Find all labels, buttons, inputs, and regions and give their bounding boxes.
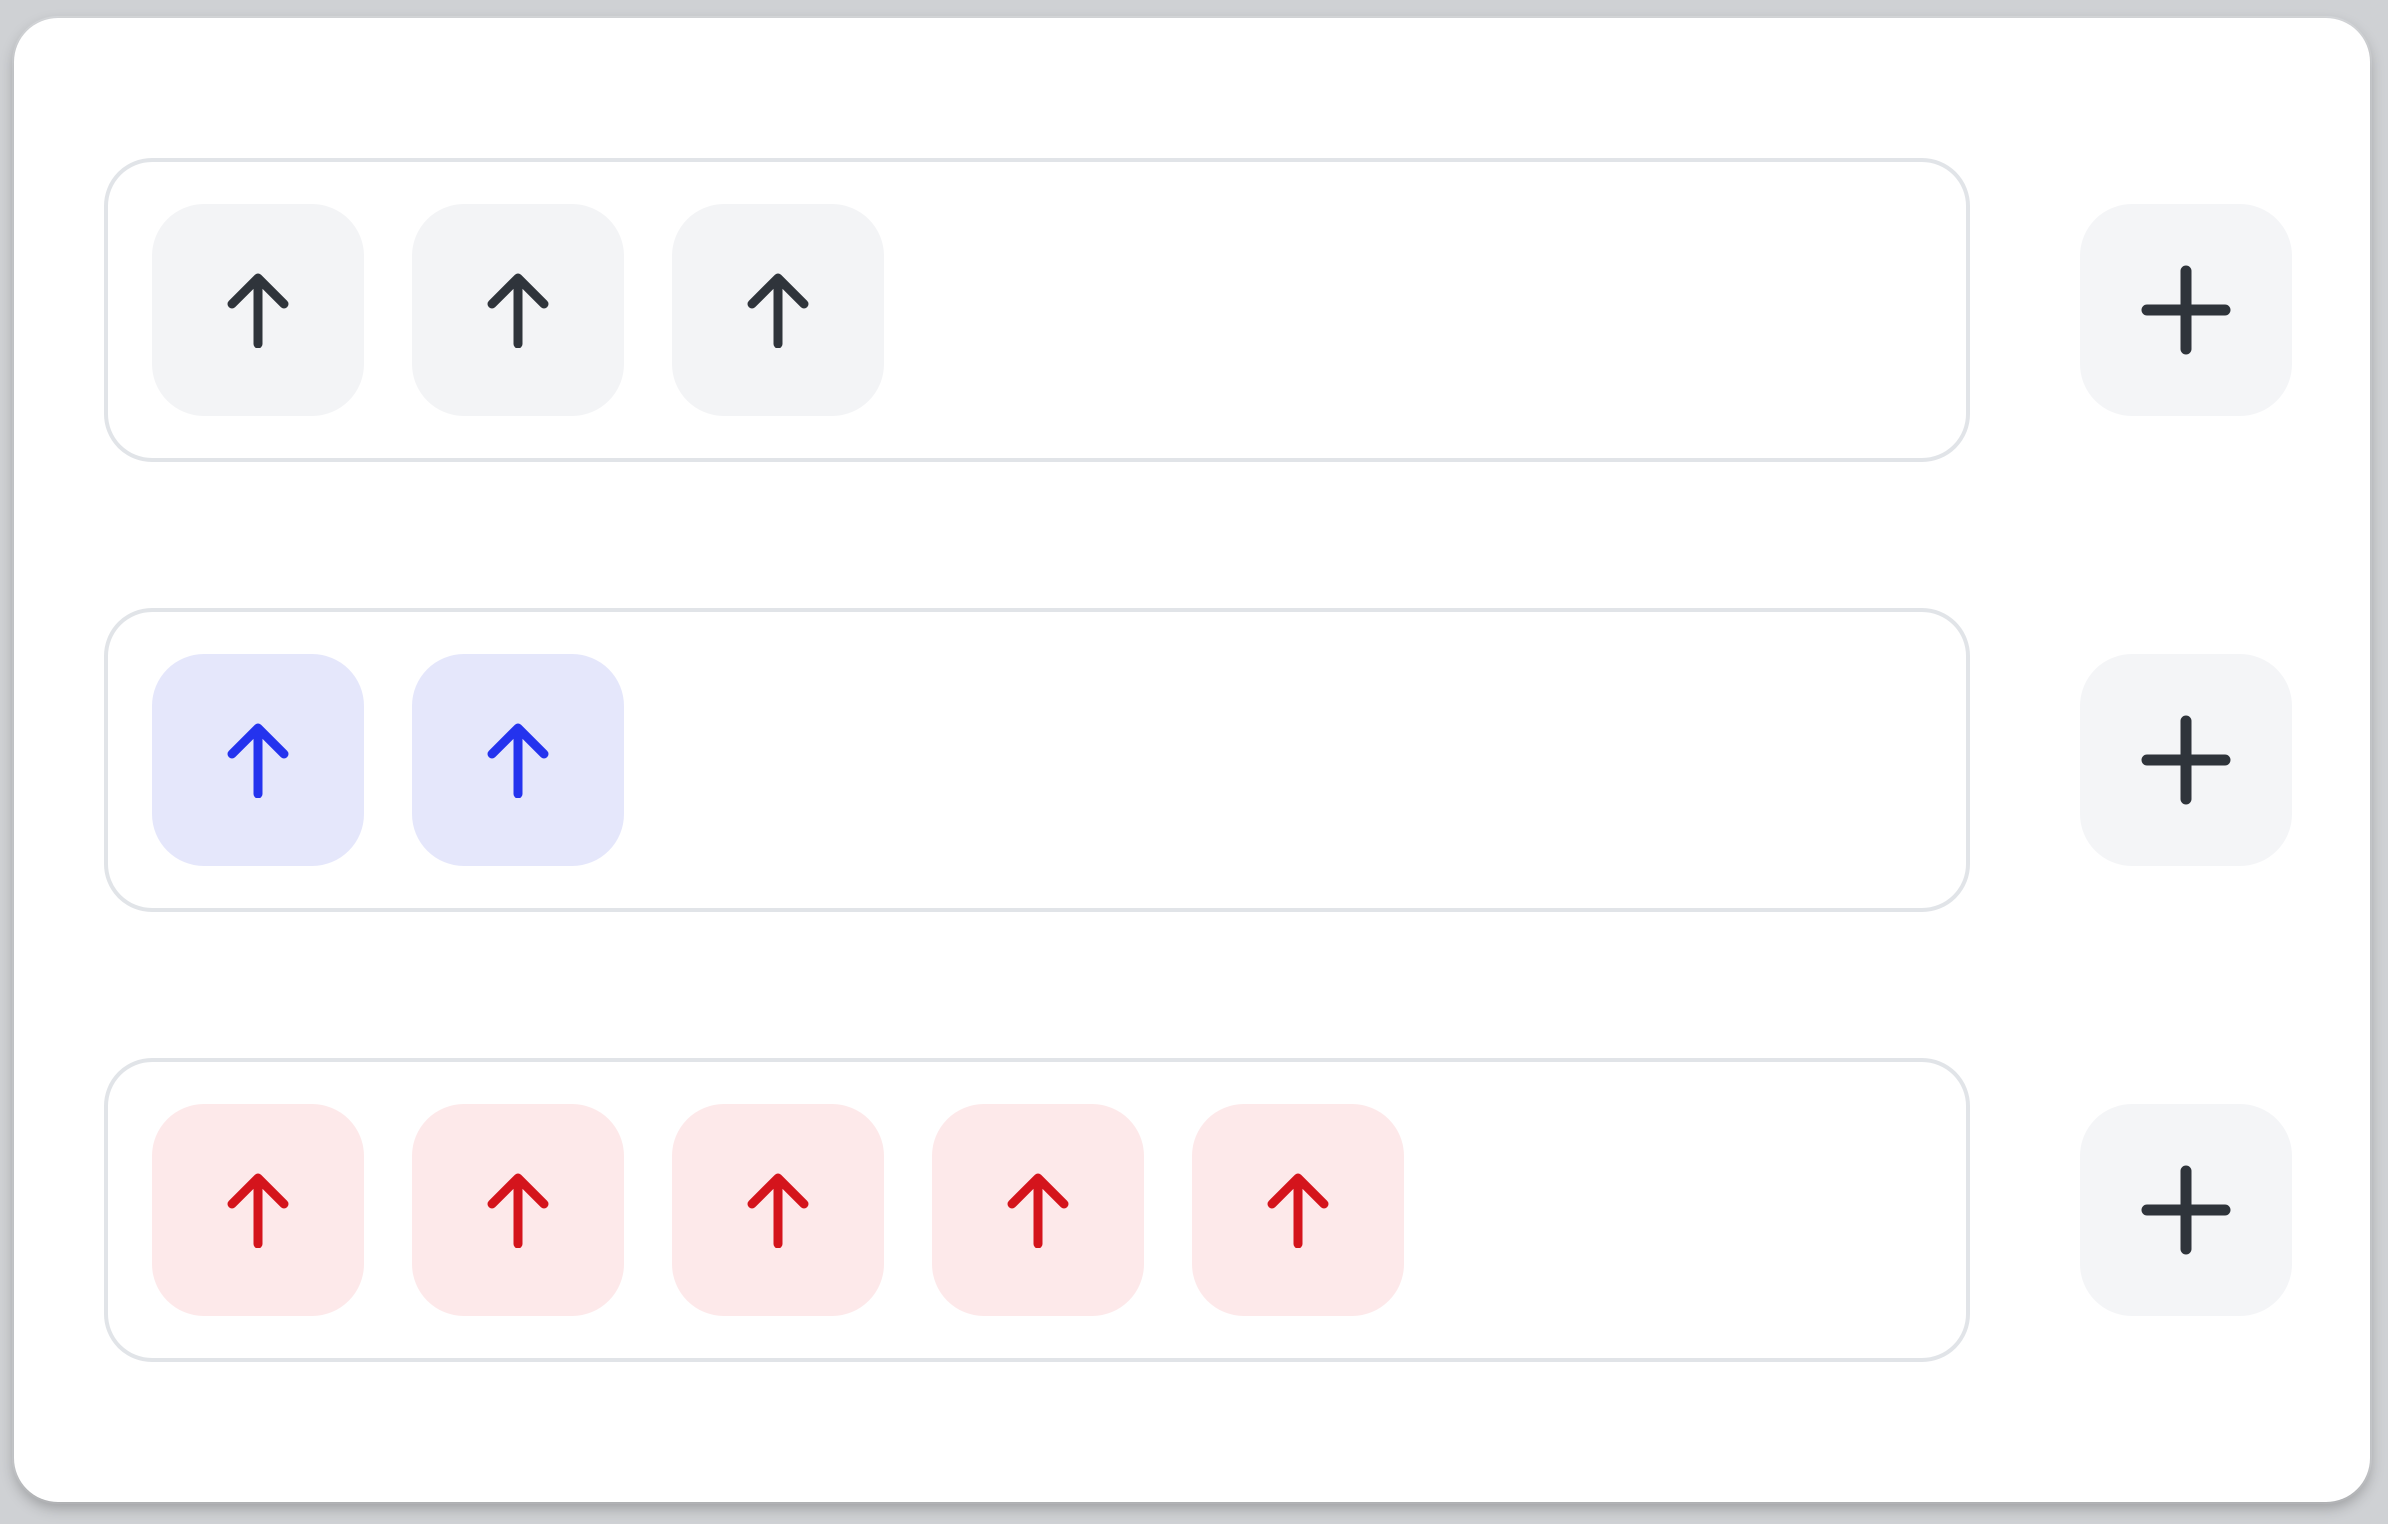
- chip-blue-1[interactable]: [152, 654, 364, 866]
- chip-track-red: [104, 1058, 1970, 1362]
- arrow-up-icon: [747, 1173, 809, 1248]
- arrow-up-icon: [1007, 1173, 1069, 1248]
- chip-red-3[interactable]: [672, 1104, 884, 1316]
- arrow-up-icon: [747, 273, 809, 348]
- arrow-up-icon: [487, 723, 549, 798]
- chip-track-blue: [104, 608, 1970, 912]
- row-red: [104, 1058, 2294, 1362]
- chip-gray-2[interactable]: [412, 204, 624, 416]
- chip-red-5[interactable]: [1192, 1104, 1404, 1316]
- add-chip-button-blue[interactable]: [2080, 654, 2292, 866]
- add-chip-button-gray[interactable]: [2080, 204, 2292, 416]
- add-chip-button-red[interactable]: [2080, 1104, 2292, 1316]
- plus-icon: [2141, 715, 2231, 805]
- arrow-up-icon: [227, 723, 289, 798]
- chip-red-2[interactable]: [412, 1104, 624, 1316]
- chip-gray-1[interactable]: [152, 204, 364, 416]
- chip-red-1[interactable]: [152, 1104, 364, 1316]
- arrow-up-icon: [487, 273, 549, 348]
- plus-icon: [2141, 1165, 2231, 1255]
- plus-icon: [2141, 265, 2231, 355]
- chip-red-4[interactable]: [932, 1104, 1144, 1316]
- arrow-up-icon: [1267, 1173, 1329, 1248]
- arrow-up-icon: [227, 1173, 289, 1248]
- app-window: [14, 18, 2370, 1502]
- chip-track-gray: [104, 158, 1970, 462]
- chip-blue-2[interactable]: [412, 654, 624, 866]
- arrow-up-icon: [487, 1173, 549, 1248]
- chip-gray-3[interactable]: [672, 204, 884, 416]
- arrow-up-icon: [227, 273, 289, 348]
- row-blue: [104, 608, 2294, 912]
- row-gray: [104, 158, 2294, 462]
